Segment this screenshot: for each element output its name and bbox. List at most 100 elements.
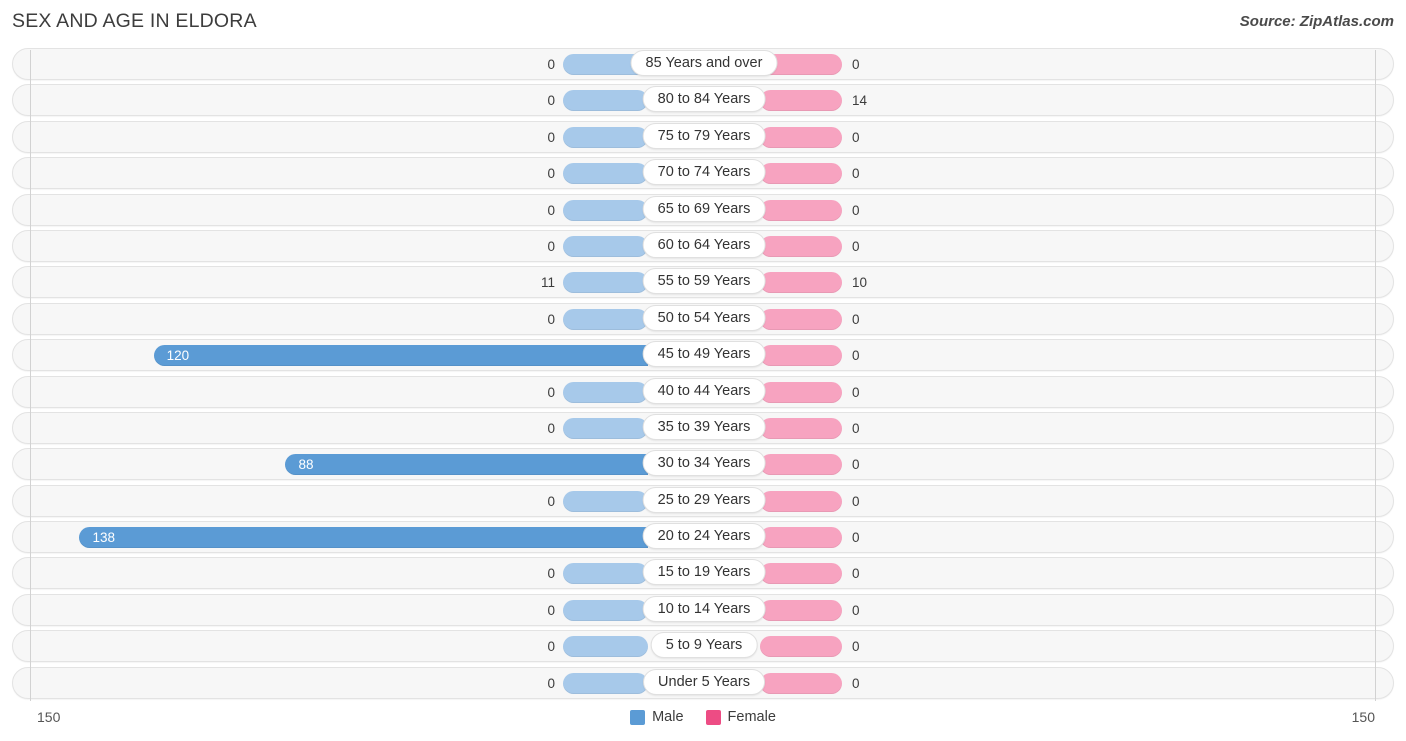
- male-value-label: 0: [547, 384, 555, 400]
- page-header: SEX AND AGE IN ELDORA Source: ZipAtlas.c…: [0, 0, 1406, 46]
- legend-label: Female: [727, 709, 776, 725]
- age-group-label: 85 Years and over: [630, 50, 778, 76]
- age-group-row: 0 0 10 to 14 Years: [0, 592, 1406, 628]
- age-group-row: 0 0 40 to 44 Years: [0, 374, 1406, 410]
- age-group-row: 0 0 70 to 74 Years: [0, 155, 1406, 191]
- population-pyramid-chart: 0 0 85 Years and over 0 14 80 to 84 Years 0 0 75…: [0, 46, 1406, 703]
- female-bar[interactable]: [760, 272, 842, 294]
- age-group-row: 0 0 65 to 69 Years: [0, 192, 1406, 228]
- age-group-label: 15 to 19 Years: [642, 559, 766, 586]
- male-bar[interactable]: [563, 672, 648, 694]
- male-bar[interactable]: [563, 272, 648, 294]
- age-group-row: 0 0 15 to 19 Years: [0, 555, 1406, 591]
- male-bar[interactable]: [563, 636, 648, 658]
- female-bar[interactable]: [760, 126, 842, 148]
- age-group-row: 0 0 25 to 29 Years: [0, 483, 1406, 519]
- female-bar[interactable]: [760, 308, 842, 330]
- male-bar[interactable]: [563, 417, 648, 439]
- age-group-row: 0 0 75 to 79 Years: [0, 119, 1406, 155]
- male-bar[interactable]: [79, 527, 648, 549]
- female-bar[interactable]: [760, 417, 842, 439]
- age-group-label: 25 to 29 Years: [642, 486, 766, 513]
- female-value-label: 0: [852, 493, 860, 509]
- female-value-label: 0: [852, 57, 860, 72]
- male-bar[interactable]: [563, 490, 648, 512]
- male-value-label: 0: [547, 57, 555, 72]
- age-group-label: 35 to 39 Years: [642, 413, 766, 440]
- male-value-label: 11: [540, 275, 555, 291]
- male-bar[interactable]: [285, 454, 648, 476]
- age-group-label: 75 to 79 Years: [642, 122, 766, 149]
- age-group-row: 0 0 50 to 54 Years: [0, 301, 1406, 337]
- female-value-label: 0: [852, 639, 860, 655]
- male-value-label: 0: [547, 93, 555, 109]
- female-value-label: 0: [852, 311, 860, 327]
- male-bar[interactable]: [563, 308, 648, 330]
- age-group-label: 55 to 59 Years: [642, 268, 766, 295]
- female-bar[interactable]: [760, 199, 842, 221]
- age-group-row: 0 0 85 Years and over: [0, 46, 1406, 82]
- age-group-label: 50 to 54 Years: [642, 304, 766, 331]
- male-bar[interactable]: [563, 235, 648, 257]
- page-title: SEX AND AGE IN ELDORA: [12, 10, 257, 32]
- male-bar[interactable]: [563, 199, 648, 221]
- male-bar[interactable]: [153, 345, 648, 367]
- male-bar[interactable]: [563, 381, 648, 403]
- source-attribution: Source: ZipAtlas.com: [1239, 13, 1394, 30]
- female-bar[interactable]: [760, 563, 842, 585]
- female-value-label: 0: [852, 566, 860, 582]
- age-group-label: 40 to 44 Years: [642, 377, 766, 404]
- female-value-label: 0: [852, 457, 860, 473]
- female-value-label: 0: [852, 602, 860, 618]
- male-bar[interactable]: [563, 90, 648, 112]
- male-bar[interactable]: [563, 563, 648, 585]
- age-group-row: 11 10 55 to 59 Years: [0, 264, 1406, 300]
- female-value-label: 0: [852, 675, 860, 691]
- male-bar[interactable]: [563, 126, 648, 148]
- age-group-label: 20 to 24 Years: [642, 523, 766, 550]
- female-bar[interactable]: [760, 345, 842, 367]
- female-bar[interactable]: [760, 381, 842, 403]
- age-group-row: 120 0 45 to 49 Years: [0, 337, 1406, 373]
- age-group-row: 0 0 Under 5 Years: [0, 665, 1406, 701]
- age-group-row: 0 0 35 to 39 Years: [0, 410, 1406, 446]
- age-group-label: 30 to 34 Years: [642, 450, 766, 477]
- legend-item-male[interactable]: Male: [630, 709, 684, 725]
- male-bar[interactable]: [563, 163, 648, 185]
- female-bar[interactable]: [760, 636, 842, 658]
- age-group-label: Under 5 Years: [643, 668, 765, 695]
- female-bar[interactable]: [760, 527, 842, 549]
- age-group-label: 10 to 14 Years: [642, 595, 766, 622]
- legend-item-female[interactable]: Female: [705, 709, 776, 725]
- female-bar[interactable]: [760, 599, 842, 621]
- male-value-label: 88: [298, 457, 314, 473]
- age-group-label: 70 to 74 Years: [642, 159, 766, 186]
- male-bar[interactable]: [563, 599, 648, 621]
- female-value-label: 0: [852, 238, 860, 254]
- male-value-label: 0: [547, 420, 555, 436]
- female-bar[interactable]: [760, 454, 842, 476]
- female-bar[interactable]: [760, 163, 842, 185]
- male-value-label: 0: [547, 493, 555, 509]
- female-value-label: 0: [852, 166, 860, 182]
- age-group-row: 88 0 30 to 34 Years: [0, 446, 1406, 482]
- age-group-row: 138 0 20 to 24 Years: [0, 519, 1406, 555]
- age-group-label: 80 to 84 Years: [642, 86, 766, 113]
- female-bar[interactable]: [760, 90, 842, 112]
- male-value-label: 0: [547, 311, 555, 327]
- chart-rows: 0 0 85 Years and over 0 14 80 to 84 Years 0 0 75…: [0, 46, 1406, 701]
- female-value-label: 0: [852, 384, 860, 400]
- female-value-label: 0: [852, 202, 860, 218]
- age-group-label: 5 to 9 Years: [650, 632, 758, 659]
- male-value-label: 120: [166, 348, 190, 364]
- female-value-label: 14: [852, 93, 868, 109]
- female-bar[interactable]: [760, 672, 842, 694]
- female-value-label: 0: [852, 530, 860, 546]
- age-group-label: 45 to 49 Years: [642, 341, 766, 368]
- age-group-row: 0 14 80 to 84 Years: [0, 82, 1406, 118]
- male-value-label: 138: [92, 530, 115, 546]
- female-bar[interactable]: [760, 235, 842, 257]
- female-bar[interactable]: [760, 490, 842, 512]
- male-value-label: 0: [547, 202, 555, 218]
- age-group-row: 0 0 5 to 9 Years: [0, 628, 1406, 664]
